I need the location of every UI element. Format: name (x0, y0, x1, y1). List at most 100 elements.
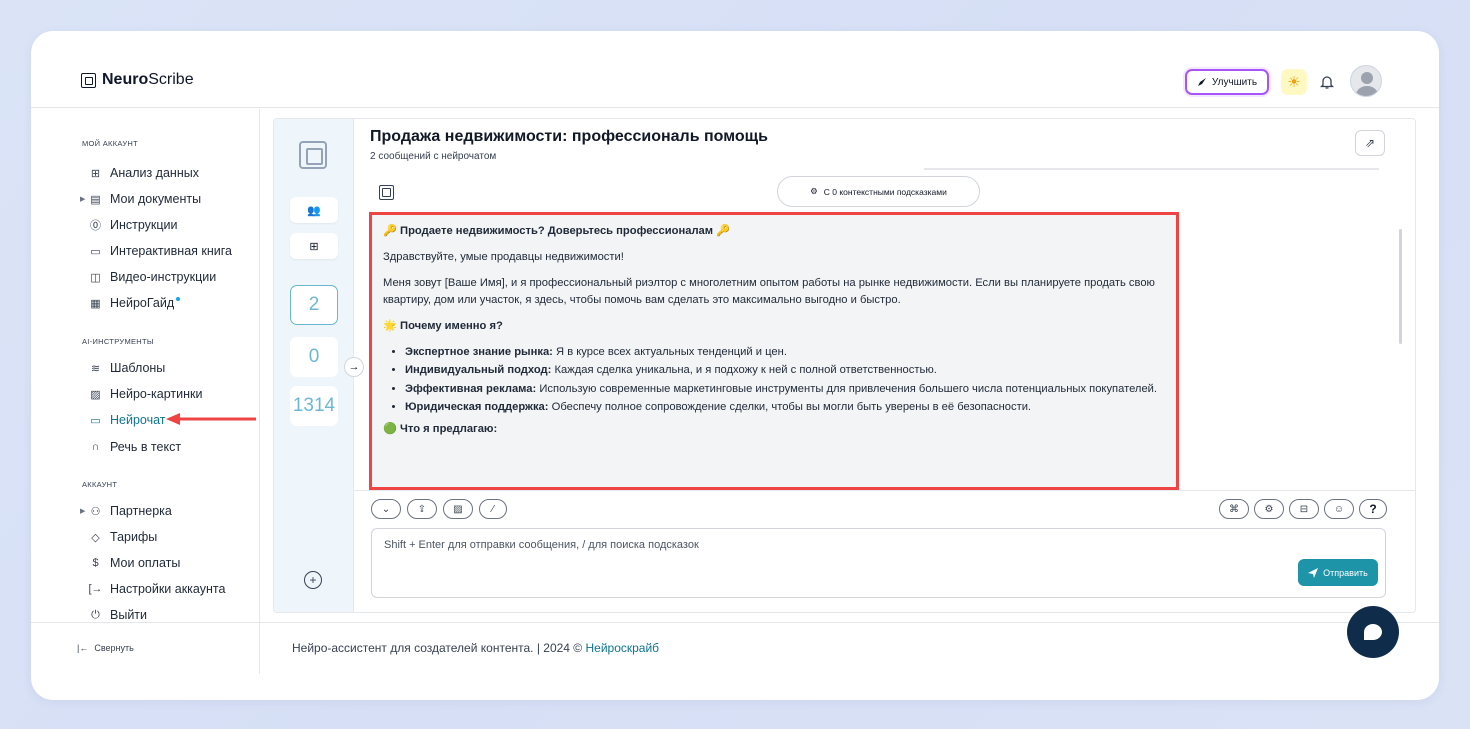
message-intro: Меня зовут [Ваше Имя], и я профессиональ… (383, 277, 1155, 306)
notifications-button[interactable] (1317, 71, 1337, 93)
magic-button[interactable]: ⁄ (479, 499, 507, 519)
footer-text: Нейро-ассистент для создателей контента.… (292, 641, 586, 655)
settings-button[interactable]: ⚙ (1254, 499, 1284, 519)
sidebar-item-label: Нейрочат (110, 413, 166, 427)
sidebar-item-instructions[interactable]: ⓪ Инструкции (89, 216, 178, 234)
counter-context[interactable]: 0 (290, 337, 338, 377)
image-icon: ▨ (453, 503, 463, 515)
message-why-heading: 🌟 Почему именно я? (383, 319, 503, 332)
help-button[interactable]: ? (1359, 499, 1387, 519)
caret-right-icon: ▶ (80, 508, 86, 515)
sidebar-item-tariffs[interactable]: ◇ Тарифы (89, 528, 157, 546)
logo-icon (81, 72, 96, 88)
context-hints-pill[interactable]: ⚙ С 0 контекстными подсказками (777, 176, 980, 207)
sidebar-item-speech-to-text[interactable]: ∩ Речь в текст (89, 438, 182, 456)
gear-icon: ⚙ (1264, 503, 1274, 515)
sidebar-item-label: Тарифы (110, 530, 158, 544)
message-input[interactable] (384, 539, 1284, 559)
avatar[interactable] (1350, 65, 1382, 97)
bullet-bold: Эффективная реклама: (405, 382, 537, 395)
layout-icon: ⊟ (1299, 503, 1309, 515)
sidebar-item-label: Партнерка (110, 504, 172, 518)
book-icon: ▭ (90, 245, 101, 258)
upload-button[interactable]: ⇪ (407, 499, 437, 519)
logo-text-light: Scribe (148, 71, 194, 88)
toolbar-divider (354, 490, 1415, 491)
layout-button[interactable]: ⊟ (1289, 499, 1319, 519)
assistant-icon (379, 185, 394, 200)
sidebar-item-data-analysis[interactable]: ⊞ Анализ данных (89, 164, 199, 182)
collapse-sidebar-button[interactable]: |← Свернуть (77, 643, 134, 653)
list-item: Экспертное знание рынка: Я в курсе всех … (405, 344, 1166, 360)
upgrade-label: Улучшить (1211, 76, 1258, 88)
support-chat-button[interactable] (1347, 606, 1399, 658)
list-item: Индивидуальный подход: Каждая сделка уни… (405, 362, 1166, 378)
message-bullets: Экспертное знание рынка: Я в курсе всех … (405, 344, 1166, 415)
chevron-down-icon: ⌄ (381, 503, 391, 515)
rocket-icon (1197, 78, 1206, 86)
sidebar-item-label: Выйти (110, 608, 148, 622)
assistant-message: 🔑 Продаете недвижимость? Доверьтесь проф… (369, 212, 1179, 490)
sidebar-item-account-settings[interactable]: [→ Настройки аккаунта (88, 580, 225, 598)
logo-text-bold: Neuro (102, 71, 149, 88)
robot-icon: ☺ (1333, 503, 1345, 515)
message-greeting: Здравствуйте, умые продавцы недвижимости… (383, 251, 624, 264)
sidebar-item-neuroguide[interactable]: ▦ НейроГайд (89, 294, 181, 312)
sidebar-item-label: Шаблоны (110, 361, 166, 375)
sidebar-item-neurochat[interactable]: ▭ Нейрочат (89, 411, 166, 429)
sidebar-item-label: Видео-инструкции (110, 270, 217, 284)
collapse-toolbar-button[interactable]: ⌄ (371, 499, 401, 519)
upgrade-button[interactable]: Улучшить (1185, 69, 1269, 95)
sidebar-item-label: Нейро-картинки (110, 387, 203, 401)
footer-link[interactable]: Нейроскрайб (585, 641, 659, 655)
chat-panel: 👥 ⊞ 2 0 1314 + → Продажа недвижимости: п… (273, 118, 1416, 613)
sidebar-item-partnership[interactable]: ▶ ⚇ Партнерка (80, 502, 172, 520)
counter-messages[interactable]: 2 (290, 285, 338, 325)
sidebar-item-my-documents[interactable]: ▶ ▤ Мои документы (80, 190, 202, 208)
sidebar-divider (259, 109, 260, 674)
layers-icon: ≋ (90, 362, 101, 375)
brain-icon: ⚙ (810, 186, 818, 196)
sidebar-item-video-instructions[interactable]: ◫ Видео-инструкции (89, 268, 216, 286)
new-chat-button[interactable]: + (304, 571, 322, 589)
annotation-arrow (166, 413, 256, 425)
app-window: NeuroScribe Улучшить ☀ МОЙ АККАУНТ ⊞ Ана… (31, 31, 1439, 700)
share-icon: ⇗ (1364, 136, 1376, 150)
section-title-ai-tools: AI-ИНСТРУМЕНТЫ (82, 337, 154, 346)
sidebar-item-neuro-images[interactable]: ▨ Нейро-картинки (89, 385, 202, 403)
expand-rail-button[interactable]: → (344, 357, 364, 377)
document-icon: ▤ (90, 193, 101, 206)
new-indicator-dot (176, 297, 181, 301)
message-heading: 🔑 Продаете недвижимость? Доверьтесь проф… (383, 225, 731, 237)
tag-icon: ◇ (91, 531, 100, 544)
image-icon: ▨ (90, 388, 101, 401)
sidebar-item-interactive-book[interactable]: ▭ Интерактивная книга (89, 242, 232, 260)
sidebar-item-payments[interactable]: $ Мои оплаты (89, 554, 180, 572)
footer-divider (31, 622, 1439, 623)
users-button[interactable]: 👥 (290, 197, 338, 223)
logo[interactable]: NeuroScribe (81, 71, 194, 89)
plugin-button[interactable]: ⌘ (1219, 499, 1249, 519)
puzzle-icon: ⌘ (1229, 503, 1239, 515)
collapse-label: Свернуть (94, 643, 134, 653)
bot-button[interactable]: ☺ (1324, 499, 1354, 519)
sidebar-item-label: Мои документы (110, 192, 202, 206)
scrollbar[interactable] (1399, 229, 1402, 344)
video-icon: ◫ (90, 271, 101, 284)
plus-icon: + (309, 573, 317, 587)
image-button[interactable]: ▨ (443, 499, 473, 519)
send-button[interactable]: Отправить (1298, 559, 1378, 586)
footer: Нейро-ассистент для создателей контента.… (292, 641, 659, 655)
upload-icon: ⇪ (417, 503, 427, 515)
users-icon: ⚇ (90, 505, 101, 518)
grid-button[interactable]: ⊞ (290, 233, 338, 259)
sidebar-item-label: Мои оплаты (110, 556, 181, 570)
counter-tokens[interactable]: 1314 (290, 386, 338, 426)
theme-toggle-button[interactable]: ☀ (1281, 69, 1307, 95)
share-button[interactable]: ⇗ (1355, 130, 1385, 156)
chat-subtitle: 2 сообщений с нейрочатом (370, 151, 497, 162)
sidebar-item-templates[interactable]: ≋ Шаблоны (89, 359, 165, 377)
chat-left-rail: 👥 ⊞ 2 0 1314 + (274, 119, 354, 612)
bullet-text: Обеспечу полное сопровождение сделки, чт… (548, 400, 1032, 413)
login-icon: [→ (88, 583, 103, 595)
